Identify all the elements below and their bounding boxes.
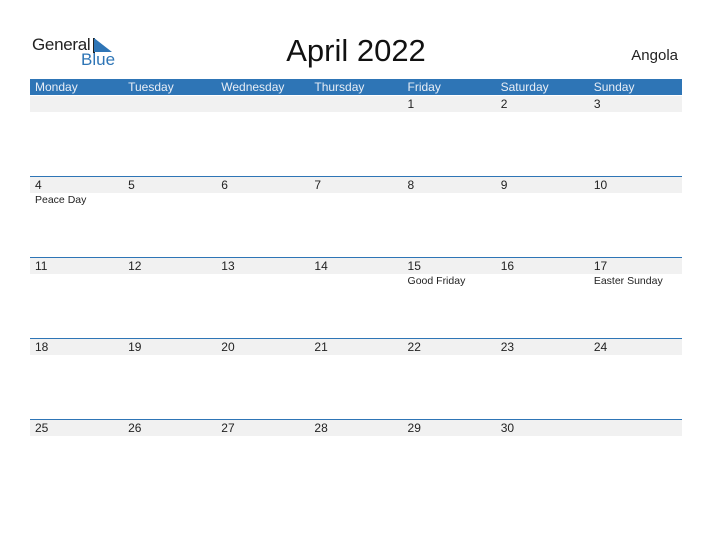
day-number: 24 (593, 340, 608, 354)
day-cell: 2 (496, 96, 589, 177)
day-number: 11 (35, 259, 48, 273)
day-number: 5 (128, 178, 135, 192)
day-cell: 8 (403, 177, 496, 258)
day-number: 4 (35, 178, 42, 192)
day-cell: 29 (403, 420, 496, 501)
day-cell: 1 (403, 96, 496, 177)
day-cell: 13 (216, 258, 309, 339)
weekday-friday: Friday (407, 80, 441, 94)
day-cell: 23 (496, 339, 589, 420)
day-cell (309, 96, 402, 177)
day-number: 19 (128, 340, 142, 354)
weekday-sunday: Sunday (593, 80, 635, 94)
week-row: 1 2 3 (30, 96, 682, 177)
day-cell: 9 (496, 177, 589, 258)
day-cell: 26 (123, 420, 216, 501)
day-number: 8 (407, 178, 415, 192)
day-number: 27 (221, 421, 235, 435)
calendar-title: April 2022 (286, 33, 426, 68)
day-cell (589, 420, 682, 501)
day-number: 14 (314, 259, 328, 273)
weekday-thursday: Thursday (314, 80, 365, 94)
day-cell: 3 (589, 96, 682, 177)
day-number: 23 (500, 340, 515, 354)
day-number: 16 (500, 259, 515, 273)
weekday-monday: Monday (35, 80, 78, 94)
day-number: 26 (128, 421, 142, 435)
week-row: 18 19 20 21 22 23 24 (30, 338, 682, 420)
day-cell: 25 (30, 420, 123, 501)
day-number: 30 (500, 421, 515, 435)
day-cell: 21 (309, 339, 402, 420)
day-number: 18 (35, 340, 49, 354)
day-number: 15 (407, 259, 421, 273)
day-number: 29 (407, 421, 421, 435)
day-number: 28 (314, 421, 328, 435)
day-number: 20 (221, 340, 235, 354)
weekday-saturday: Saturday (500, 80, 549, 94)
country-label: Angola (631, 47, 678, 64)
day-cell: 18 (30, 339, 123, 420)
day-cell: 15 Good Friday (403, 258, 496, 339)
day-cell: 4 Peace Day (30, 177, 123, 258)
day-number: 2 (500, 97, 508, 111)
day-number: 25 (35, 421, 49, 435)
day-cell: 27 (216, 420, 309, 501)
day-cell: 24 (589, 339, 682, 420)
day-number: 1 (407, 97, 415, 111)
day-cell: 30 (496, 420, 589, 501)
day-cell (216, 96, 309, 177)
weekday-wednesday: Wednesday (221, 80, 285, 94)
day-cell: 12 (123, 258, 216, 339)
day-cell (30, 96, 123, 177)
day-number: 17 (593, 259, 608, 273)
weekday-tuesday: Tuesday (128, 80, 174, 94)
day-number: 10 (593, 178, 608, 192)
day-cell: 20 (216, 339, 309, 420)
day-number: 6 (221, 178, 228, 192)
day-cell: 22 (403, 339, 496, 420)
day-number: 3 (593, 97, 601, 111)
weekday-header: Monday Tuesday Wednesday Thursday Friday… (30, 79, 682, 95)
week-row: 4 Peace Day 5 6 7 8 9 10 (30, 176, 682, 258)
day-cell: 7 (309, 177, 402, 258)
day-cell: 28 (309, 420, 402, 501)
day-cell: 6 (216, 177, 309, 258)
day-number: 9 (500, 178, 508, 192)
holiday-label: Good Friday (407, 275, 466, 287)
day-number: 12 (128, 259, 142, 273)
holiday-label: Easter Sunday (593, 275, 663, 287)
day-cell: 17 Easter Sunday (589, 258, 682, 339)
day-cell: 16 (496, 258, 589, 339)
week-row: 25 26 27 28 29 30 (30, 419, 682, 501)
day-cell (123, 96, 216, 177)
day-number: 13 (221, 259, 235, 273)
week-row: 11 12 13 14 15 Good Friday 16 17 Easter Sunday (30, 257, 682, 339)
day-number: 22 (407, 340, 421, 354)
day-cell: 14 (309, 258, 402, 339)
day-number: 21 (314, 340, 328, 354)
day-number: 7 (314, 178, 322, 192)
day-cell: 10 (589, 177, 682, 258)
holiday-label: Peace Day (35, 194, 87, 206)
day-cell: 19 (123, 339, 216, 420)
day-cell: 11 (30, 258, 123, 339)
day-cell: 5 (123, 177, 216, 258)
